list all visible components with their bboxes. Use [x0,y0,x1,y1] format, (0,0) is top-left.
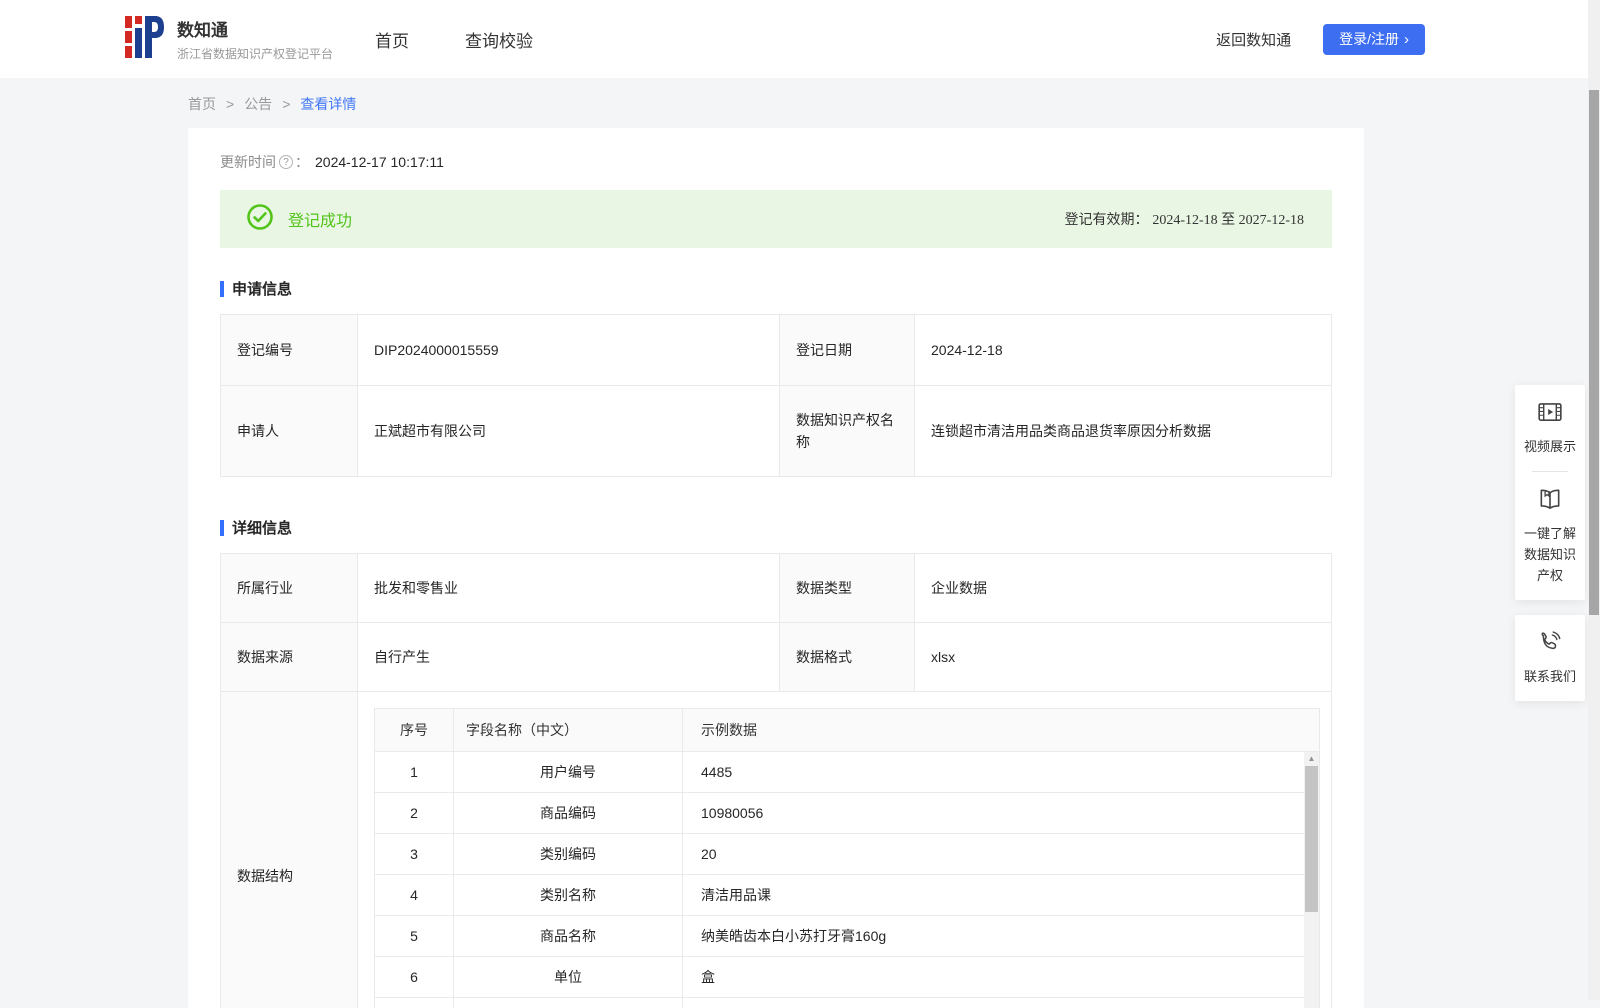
field-label: 数据来源 [221,623,357,691]
nav-item-query-verify[interactable]: 查询校验 [465,27,533,52]
field-value: DIP2024000015559 [358,315,779,385]
update-time-colon: ： [295,154,309,170]
apply-info-title: 申请信息 [232,281,293,298]
column-header-sample-data: 示例数据 [683,709,1319,751]
field-label: 登记编号 [221,315,357,385]
row-sample: 清洁用品课 [683,875,1319,915]
status-badge: 登记成功 [288,213,353,230]
field-value: 正斌超市有限公司 [358,386,779,476]
breadcrumb-current: 查看详情 [300,96,357,112]
field-value: 批发和零售业 [358,554,779,622]
platform-logo[interactable]: 数知通 浙江省数据知识产权登记平台 [125,14,333,65]
nav-item-home[interactable]: 首页 [375,27,409,52]
section-title-bar [220,280,224,297]
row-sample: 10980056 [683,793,1319,833]
row-field: 用户编号 [454,752,682,792]
login-register-button[interactable]: 登录/注册 › [1323,23,1425,55]
apply-info-section-title: 申请信息 [220,278,1332,299]
row-field: 商品名称 [454,916,682,956]
field-label: 所属行业 [221,554,357,622]
apply-info-table: 登记编号 DIP2024000015559 登记日期 2024-12-18 申请… [220,314,1332,477]
section-title-bar [220,519,224,536]
book-icon [1519,486,1581,517]
detail-info-table: 所属行业 批发和零售业 数据类型 企业数据 数据来源 自行产生 数据格式 xls… [220,553,1332,1008]
breadcrumb: 首页 > 公告 > 查看详情 [188,94,1600,114]
row-no: 2 [375,793,453,833]
video-showcase-label: 视频展示 [1523,439,1576,454]
logo-icon [125,14,165,65]
row-no: 4 [375,875,453,915]
back-to-shuzhitong-link[interactable]: 返回数知通 [1216,29,1291,50]
field-value: 自行产生 [358,623,779,691]
logo-subtitle: 浙江省数据知识产权登记平台 [177,47,334,61]
row-no: 1 [375,752,453,792]
row-field: 类别编码 [454,834,682,874]
field-value: 2024-12-18 [915,315,1331,385]
breadcrumb-separator: > [226,96,235,112]
registration-success-banner: 登记成功 登记有效期： 2024-12-18 至 2027-12-18 [220,190,1332,248]
breadcrumb-separator: > [282,96,291,112]
field-label: 数据格式 [780,623,914,691]
update-time-label: 更新时间 [220,154,276,170]
validity-period: 登记有效期： 2024-12-18 至 2027-12-18 [1064,209,1304,229]
validity-value: 2024-12-18 至 2027-12-18 [1152,213,1304,228]
logo-text: 数知通 浙江省数据知识产权登记平台 [177,16,333,62]
contact-us-card[interactable]: 联系我们 [1515,615,1585,701]
field-value: xlsx [915,623,1331,691]
field-label: 申请人 [221,386,357,476]
column-header-no: 序号 [375,709,453,751]
login-button-label: 登录/注册 [1339,31,1399,47]
header-actions: 返回数知通 登录/注册 › [1216,23,1425,55]
data-structure-table-wrap: 序号 字段名称（中文） 示例数据 1 用户编号 4485 2 商品编码 1098… [374,708,1320,1008]
video-icon [1519,399,1581,430]
row-no: 3 [375,834,453,874]
field-label: 数据知识产权名称 [780,386,914,476]
update-time-value: 2024-12-17 10:17:11 [315,154,444,170]
row-field: 商品编码 [454,793,682,833]
data-structure-label: 数据结构 [221,692,357,1008]
row-sample: 4485 [683,752,1319,792]
floating-side-panel: 视频展示 一键了解数据知识产权 联系我们 [1515,385,1585,701]
row-sample: 纳美皓齿本白小苏打牙膏160g [683,916,1319,956]
update-time-row: 更新时间 ? ： 2024-12-17 10:17:11 [220,152,1332,172]
page-scrollbar[interactable] [1588,0,1600,1000]
row-field: 单位 [454,957,682,997]
breadcrumb-home[interactable]: 首页 [188,94,216,114]
scrollbar-up-icon[interactable]: ▲ [1304,752,1319,766]
row-no: 5 [375,916,453,956]
one-click-guide-label: 一键了解数据知识产权 [1523,526,1576,583]
field-value: 连锁超市清洁用品类商品退货率原因分析数据 [915,386,1331,476]
top-header: 数知通 浙江省数据知识产权登记平台 首页 查询校验 返回数知通 登录/注册 › [0,0,1600,78]
field-value: 企业数据 [915,554,1331,622]
field-label: 数据类型 [780,554,914,622]
data-structure-cell: 序号 字段名称（中文） 示例数据 1 用户编号 4485 2 商品编码 1098… [358,692,1331,1008]
contact-us-label: 联系我们 [1523,669,1576,684]
detail-info-section-title: 详细信息 [220,517,1332,538]
row-sample: 盒 [683,957,1319,997]
row-sample: 20 [683,834,1319,874]
panel-divider [1532,471,1568,472]
video-showcase-card[interactable]: 视频展示 一键了解数据知识产权 [1515,385,1585,600]
page-scrollbar-thumb[interactable] [1589,90,1599,615]
validity-label: 登记有效期： [1064,211,1149,227]
data-structure-table: 序号 字段名称（中文） 示例数据 1 用户编号 4485 2 商品编码 1098… [374,708,1320,1008]
question-mark-icon[interactable]: ? [279,155,293,169]
field-label: 登记日期 [780,315,914,385]
detail-info-title: 详细信息 [232,520,293,537]
logo-title: 数知通 [177,21,228,40]
chevron-right-icon: › [1404,30,1409,48]
column-header-field-name: 字段名称（中文） [454,709,682,751]
check-circle-icon [246,203,274,236]
phone-icon [1519,629,1581,660]
detail-card: 更新时间 ? ： 2024-12-17 10:17:11 登记成功 登记有效期：… [188,128,1364,1008]
breadcrumb-announcements[interactable]: 公告 [244,94,272,114]
table-scrollbar[interactable]: ▲ [1304,752,1319,1008]
table-scrollbar-thumb[interactable] [1305,766,1318,912]
main-nav: 首页 查询校验 [375,27,533,52]
row-field: 类别名称 [454,875,682,915]
row-no: 6 [375,957,453,997]
